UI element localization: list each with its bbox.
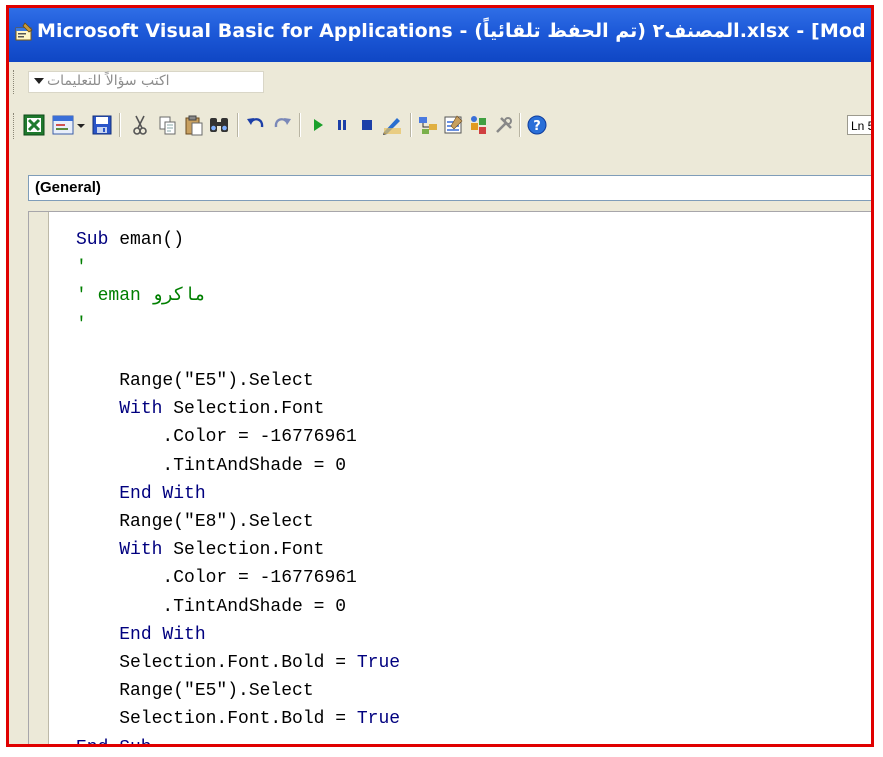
break-icon[interactable] (331, 114, 353, 136)
toolbar-separator (410, 113, 412, 137)
paste-icon[interactable] (183, 114, 205, 136)
svg-text:?: ? (533, 119, 541, 134)
toolbar-separator (299, 113, 301, 137)
code-keyword: End With (119, 625, 206, 645)
code-text: Range("E5").Select (76, 681, 314, 701)
code-text: Range("E5").Select (76, 371, 314, 391)
code-line[interactable]: .Color = -16776961 (76, 564, 357, 592)
code-keyword: End Sub (76, 738, 152, 744)
code-text: .Color = -16776961 (76, 427, 357, 447)
toolbar-separator (519, 113, 521, 137)
toolbar-grip[interactable] (13, 70, 17, 94)
help-icon[interactable]: ? (526, 114, 548, 136)
code-text: Selection.Font.Bold = (76, 709, 357, 729)
code-text: .Color = -16776961 (76, 568, 357, 588)
run-icon[interactable] (307, 114, 329, 136)
chevron-down-icon[interactable] (34, 78, 44, 84)
cut-icon[interactable] (129, 114, 151, 136)
code-keyword: End With (119, 484, 206, 504)
code-line[interactable]: Range("E5").Select (76, 367, 314, 395)
code-text: Selection.Font (162, 540, 325, 560)
object-dropdown[interactable]: (General) (28, 175, 871, 201)
ask-question-placeholder: اكتب سؤالاً للتعليمات (47, 73, 170, 89)
code-text: Selection.Font (162, 399, 325, 419)
code-line[interactable]: End Sub (76, 734, 152, 744)
code-keyword: Sub (76, 230, 109, 250)
code-line[interactable]: With Selection.Font (76, 395, 324, 423)
copy-icon[interactable] (157, 114, 179, 136)
code-editor[interactable]: Sub eman() ' ' eman ماكرو ' Range("E5").Sel… (28, 211, 871, 744)
code-line[interactable]: End With (76, 480, 206, 508)
code-line[interactable]: End With (76, 621, 206, 649)
toolbar-grip[interactable] (13, 113, 17, 139)
ask-question-box[interactable]: اكتب سؤالاً للتعليمات (28, 71, 264, 93)
code-text: .TintAndShade = 0 (76, 597, 347, 617)
code-comment: ' eman ماكرو (76, 286, 206, 306)
code-line[interactable]: ' (76, 311, 87, 339)
toolbar-separator (119, 113, 121, 137)
insert-userform-icon[interactable] (52, 114, 74, 136)
code-text: Selection.Font.Bold = (76, 653, 357, 673)
project-explorer-icon[interactable] (417, 114, 439, 136)
code-line[interactable]: With Selection.Font (76, 536, 324, 564)
code-line[interactable]: ' (76, 254, 87, 282)
code-line[interactable]: Sub eman() (76, 226, 184, 254)
line-position-readout: Ln 5 (847, 115, 871, 135)
standard-toolbar: ? Ln 5 (9, 102, 871, 151)
object-browser-icon[interactable] (468, 114, 490, 136)
code-line[interactable]: ' eman ماكرو (76, 282, 206, 310)
design-mode-icon[interactable] (381, 114, 403, 136)
find-icon[interactable] (208, 114, 230, 136)
vba-editor-window: Microsoft Visual Basic for Applications … (6, 5, 874, 747)
help-toolbar: اكتب سؤالاً للتعليمات (9, 62, 871, 103)
code-comment: ' (76, 315, 87, 335)
margin-indicator-bar[interactable] (29, 212, 49, 744)
window-title: Microsoft Visual Basic for Applications … (37, 20, 866, 42)
object-dropdown-value: (General) (35, 179, 101, 196)
vba-editor-icon (15, 22, 33, 41)
undo-icon[interactable] (245, 114, 267, 136)
code-line[interactable]: Range("E5").Select (76, 677, 314, 705)
save-icon[interactable] (91, 114, 113, 136)
code-text: eman() (108, 230, 185, 250)
code-line[interactable]: Selection.Font.Bold = True (76, 705, 400, 733)
toolbox-icon[interactable] (493, 114, 515, 136)
code-line[interactable]: .Color = -16776961 (76, 423, 357, 451)
toolbar-separator (237, 113, 239, 137)
code-comment: ' (76, 258, 87, 278)
code-keyword: True (356, 709, 401, 729)
properties-window-icon[interactable] (442, 114, 464, 136)
insert-dropdown-icon[interactable] (75, 114, 87, 136)
code-line[interactable]: .TintAndShade = 0 (76, 593, 346, 621)
redo-icon[interactable] (271, 114, 293, 136)
code-window: (General) Sub eman() ' ' eman ماكرو ' Range… (9, 150, 871, 744)
code-line[interactable]: .TintAndShade = 0 (76, 452, 346, 480)
code-line[interactable]: Selection.Font.Bold = True (76, 649, 400, 677)
code-text: Range("E8").Select (76, 512, 314, 532)
reset-icon[interactable] (356, 114, 378, 136)
code-keyword: True (356, 653, 401, 673)
code-line[interactable]: Range("E8").Select (76, 508, 314, 536)
code-keyword: With (119, 399, 163, 419)
code-text: .TintAndShade = 0 (76, 456, 347, 476)
code-keyword: With (119, 540, 163, 560)
excel-view-icon[interactable] (23, 114, 45, 136)
title-bar[interactable]: Microsoft Visual Basic for Applications … (9, 8, 871, 62)
